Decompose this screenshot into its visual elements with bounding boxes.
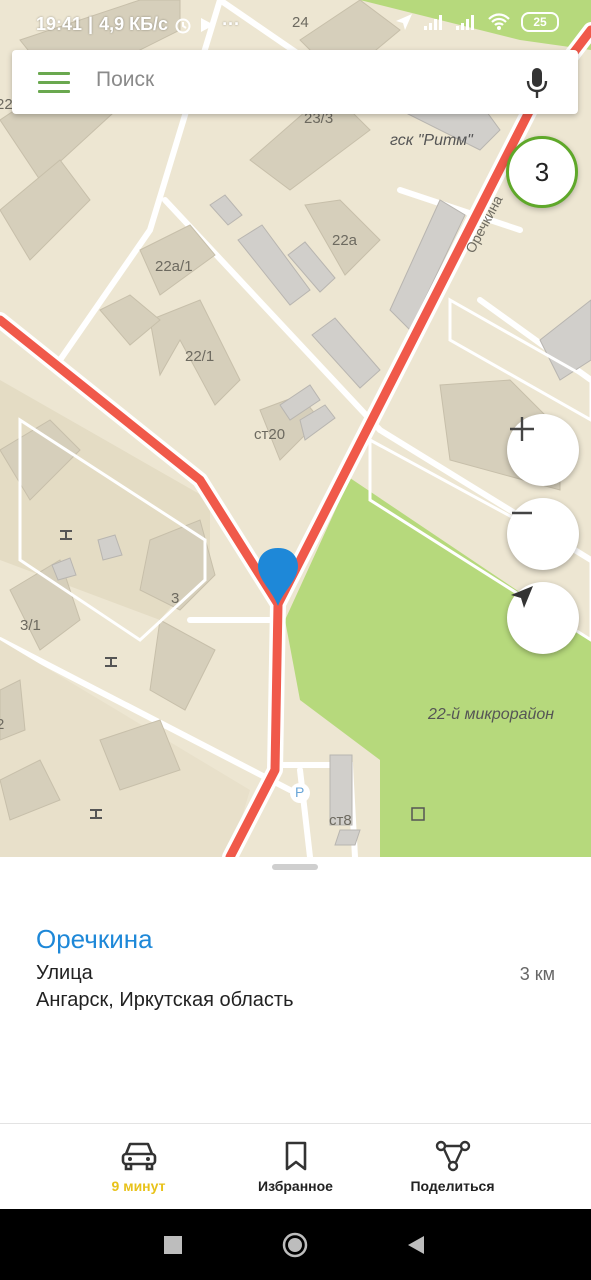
action-bar: 9 минут Избранное Поделиться <box>0 1123 591 1210</box>
my-location-button[interactable] <box>507 582 579 654</box>
map-label-22a: 22а <box>332 232 358 249</box>
map-label-3-1: 3/1 <box>20 617 41 634</box>
drag-handle[interactable] <box>272 864 318 870</box>
minus-icon <box>512 511 532 515</box>
map-label-22a1: 22а/1 <box>155 258 193 275</box>
play-store-icon <box>201 17 215 32</box>
share-icon <box>435 1140 470 1172</box>
map-view[interactable]: 24 23/3 гск "Ритм" Оречкина 22а 22а/1 22… <box>0 0 591 857</box>
place-title: Оречкина <box>36 924 153 954</box>
signal-icon-1 <box>424 15 442 30</box>
share-label: Поделиться <box>410 1178 495 1194</box>
place-card[interactable]: Оречкина Улица Ангарск, Иркутская област… <box>0 857 591 1123</box>
place-address: Ангарск, Иркутская область <box>36 989 294 1011</box>
status-separator: | <box>88 14 94 34</box>
traffic-level-value: 3 <box>534 156 550 187</box>
zoom-out-button[interactable] <box>507 498 579 570</box>
recent-apps-icon[interactable] <box>163 1235 183 1255</box>
traffic-level-button[interactable]: 3 <box>506 136 578 208</box>
route-time-label: 9 минут <box>111 1178 166 1194</box>
map-label-edge-22: 22 <box>0 96 13 113</box>
map-label-st8: ст8 <box>329 812 352 829</box>
map-label-district: 22-й микрорайон <box>428 706 555 723</box>
search-input[interactable]: Поиск <box>96 68 154 92</box>
location-arrow-icon <box>396 14 412 30</box>
battery-icon: 25 <box>521 12 559 32</box>
back-icon[interactable] <box>405 1234 427 1256</box>
microphone-icon[interactable] <box>524 66 550 100</box>
share-button[interactable]: Поделиться <box>354 1124 551 1210</box>
status-bar: 19:41 | 4,9 КБ/с ··· 25 <box>0 0 591 44</box>
zoom-in-button[interactable] <box>507 414 579 486</box>
place-type: Улица <box>36 962 93 984</box>
wifi-icon <box>488 13 510 30</box>
map-canvas[interactable] <box>0 0 591 857</box>
system-navigation-bar <box>0 1209 591 1280</box>
place-distance: 3 км <box>519 964 555 984</box>
favorite-label: Избранное <box>258 1178 333 1194</box>
status-network-speed: 4,9 КБ/с <box>99 14 169 34</box>
plus-icon <box>510 417 534 441</box>
bookmark-icon <box>285 1141 306 1171</box>
status-more-dots: ··· <box>222 14 241 34</box>
status-time: 19:41 <box>36 14 83 34</box>
signal-icon-2 <box>456 15 474 30</box>
map-label-st20: ст20 <box>254 426 286 443</box>
alarm-icon <box>175 18 191 33</box>
map-label-3: 3 <box>171 590 180 607</box>
hamburger-menu-icon[interactable] <box>38 72 70 94</box>
battery-level: 25 <box>533 15 547 29</box>
map-label-edge-2: 2 <box>0 716 5 733</box>
parking-label: P <box>295 784 305 800</box>
search-bar[interactable]: Поиск <box>12 50 578 114</box>
map-label-garage: гск "Ритм" <box>390 132 473 149</box>
car-icon <box>121 1142 156 1171</box>
map-label-22-1: 22/1 <box>185 348 215 365</box>
navigation-arrow-icon <box>511 586 533 608</box>
home-icon[interactable] <box>281 1231 309 1259</box>
